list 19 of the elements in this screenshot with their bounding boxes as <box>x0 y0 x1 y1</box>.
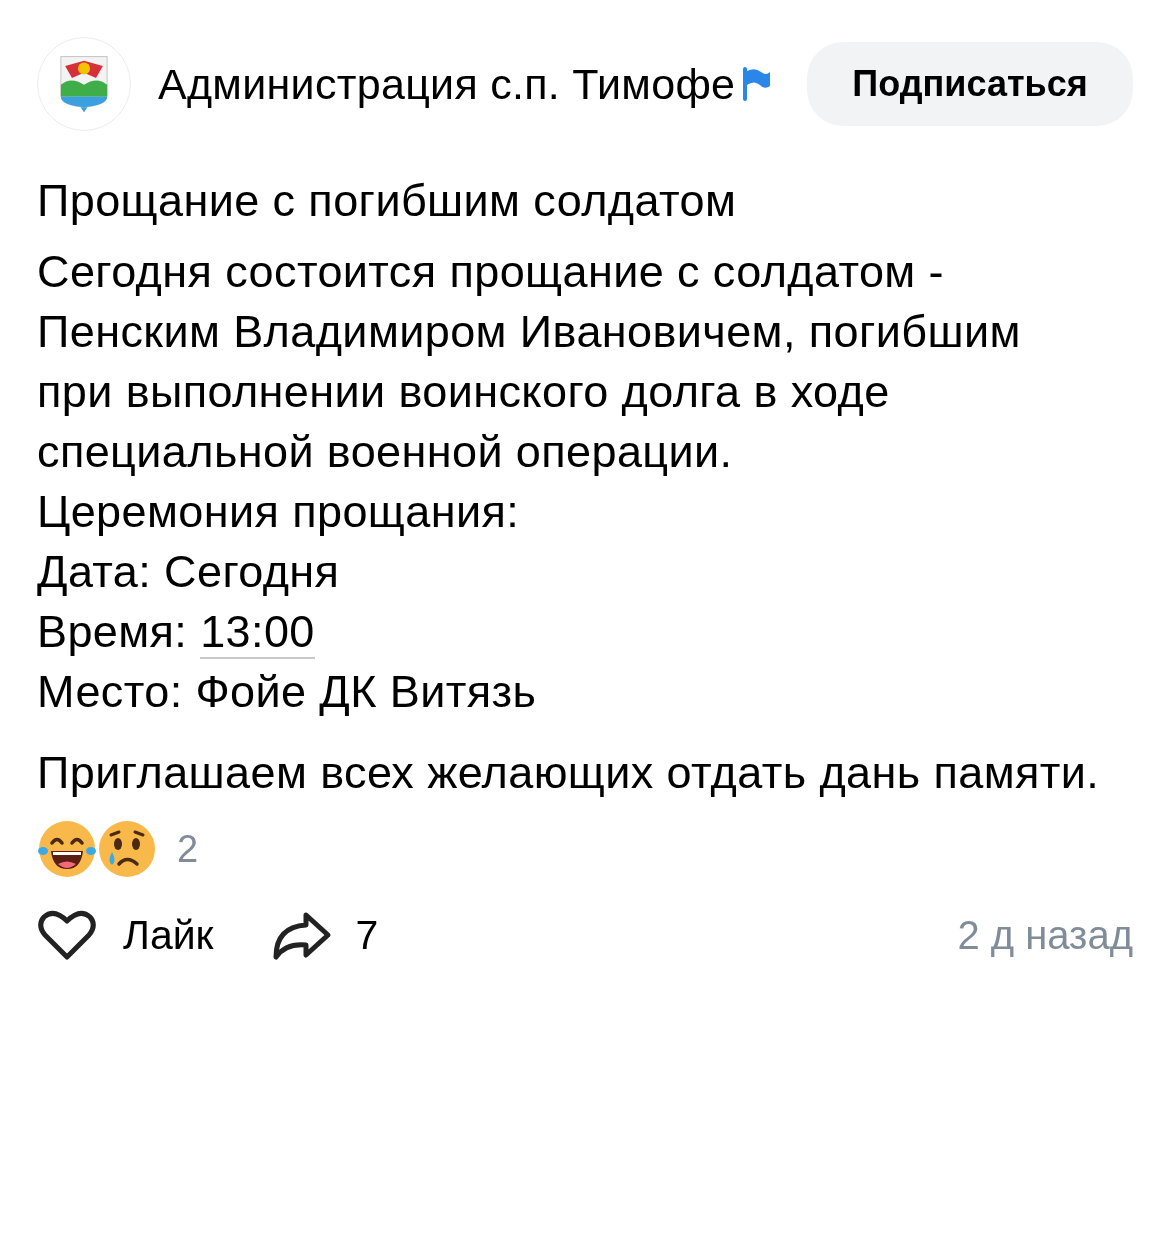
post-text: Время: 13:00 <box>37 605 316 661</box>
post-text: Церемония прощания: <box>37 485 521 539</box>
crying-face-icon[interactable] <box>97 819 157 879</box>
coat-of-arms-icon <box>58 54 110 114</box>
heart-icon <box>37 909 97 961</box>
time-link[interactable]: 13:00 <box>200 606 315 659</box>
laughing-face-icon[interactable] <box>37 819 97 879</box>
post-time: 2 д назад <box>957 912 1133 958</box>
post-text: Дата: Сегодня <box>37 545 341 599</box>
channel-name[interactable]: Администрация с.п. Тимофе <box>158 59 736 109</box>
post-text: Сегодня состоится прощание с солдатом - Пенским Владимиром Ивановичем, погибшим при выполнении воинского долга в ходе специальной военной операции. <box>37 245 1022 479</box>
share-button[interactable]: 7 <box>269 909 379 961</box>
like-button[interactable]: Лайк <box>37 909 214 961</box>
post-text: Приглашаем всех желающих отдать дань памяти. <box>37 746 1101 800</box>
post-title: Прощание с погибшим солдатом <box>37 176 738 226</box>
flag-icon <box>741 67 772 101</box>
post-text: Место: Фойе ДК Витязь <box>37 665 538 719</box>
subscribe-button[interactable]: Подписаться <box>807 42 1133 126</box>
reaction-count: 2 <box>177 827 199 871</box>
